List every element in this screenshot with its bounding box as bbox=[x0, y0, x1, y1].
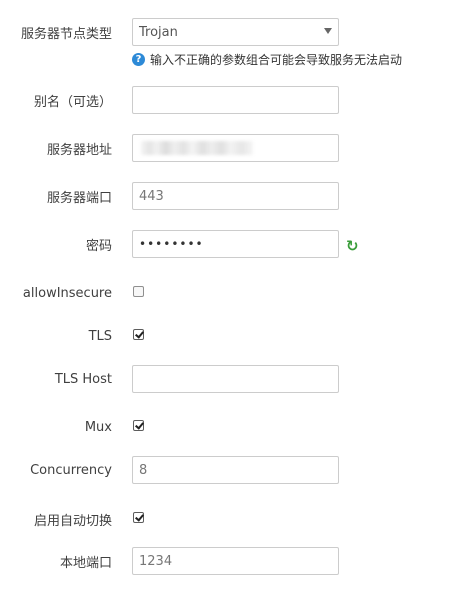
local-port-input[interactable] bbox=[132, 547, 339, 575]
concurrency-input[interactable] bbox=[132, 456, 339, 484]
auto-switch-checkbox[interactable] bbox=[133, 512, 144, 523]
tls-host-row: TLS Host bbox=[0, 362, 461, 396]
server-type-select[interactable]: Trojan bbox=[132, 18, 339, 46]
password-label: 密码 bbox=[85, 238, 112, 254]
server-address-label: 服务器地址 bbox=[46, 142, 112, 158]
tls-row: TLS bbox=[0, 319, 461, 353]
password-value: •••••••• bbox=[139, 237, 204, 251]
server-address-row: 服务器地址 bbox=[0, 131, 461, 165]
local-port-row: 本地端口 bbox=[0, 544, 461, 578]
server-port-label: 服务器端口 bbox=[46, 190, 112, 206]
mux-checkbox[interactable] bbox=[133, 420, 144, 431]
concurrency-row: Concurrency bbox=[0, 453, 461, 487]
allow-insecure-row: allowInsecure bbox=[0, 276, 461, 310]
server-type-hint-text: 输入不正确的参数组合可能会导致服务无法启动 bbox=[150, 53, 403, 67]
allow-insecure-checkbox[interactable] bbox=[133, 286, 144, 297]
auto-switch-row: 启用自动切换 bbox=[0, 502, 461, 536]
password-row: 密码 •••••••• ↻ bbox=[0, 227, 461, 261]
server-port-row: 服务器端口 bbox=[0, 179, 461, 213]
tls-label: TLS bbox=[88, 328, 112, 344]
server-type-hint: ? 输入不正确的参数组合可能会导致服务无法启动 bbox=[132, 51, 402, 68]
chevron-down-icon bbox=[324, 28, 332, 34]
redacted-value bbox=[141, 141, 253, 155]
server-type-value: Trojan bbox=[139, 24, 178, 40]
help-icon: ? bbox=[132, 53, 145, 66]
password-input[interactable]: •••••••• bbox=[132, 230, 339, 258]
tls-host-input[interactable] bbox=[132, 365, 339, 393]
refresh-icon[interactable]: ↻ bbox=[346, 239, 360, 254]
server-port-input[interactable] bbox=[132, 182, 339, 210]
auto-switch-label: 启用自动切换 bbox=[33, 513, 112, 529]
alias-row: 别名（可选） bbox=[0, 83, 461, 117]
concurrency-label: Concurrency bbox=[30, 462, 112, 478]
mux-label: Mux bbox=[84, 419, 112, 435]
server-address-input[interactable] bbox=[132, 134, 339, 162]
server-type-row: 服务器节点类型 Trojan bbox=[0, 15, 461, 49]
allow-insecure-label: allowInsecure bbox=[22, 285, 112, 301]
tls-checkbox[interactable] bbox=[133, 329, 144, 340]
alias-input[interactable] bbox=[132, 86, 339, 114]
local-port-label: 本地端口 bbox=[59, 555, 112, 571]
alias-label: 别名（可选） bbox=[33, 94, 112, 110]
mux-row: Mux bbox=[0, 410, 461, 444]
server-type-label: 服务器节点类型 bbox=[20, 26, 112, 42]
tls-host-label: TLS Host bbox=[54, 371, 112, 387]
